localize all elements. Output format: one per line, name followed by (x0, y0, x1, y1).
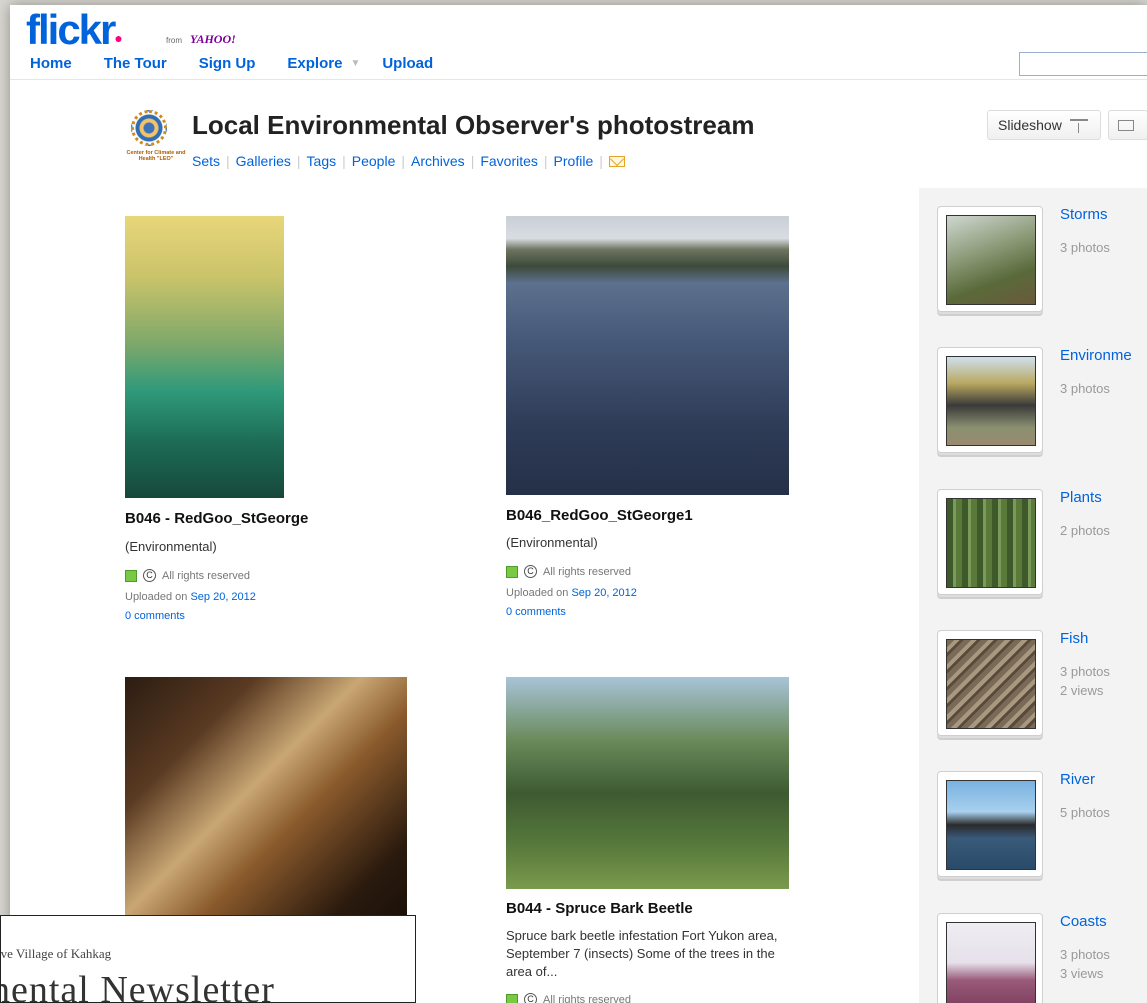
subnav-people[interactable]: People (352, 153, 396, 169)
share-button[interactable] (1108, 110, 1147, 140)
organization-seal-icon (131, 110, 167, 146)
slideshow-button[interactable]: Slideshow (987, 110, 1101, 140)
top-nav: Home The Tour Sign Up Explore ▼ Upload (30, 55, 465, 72)
logo-from-text: from (166, 36, 182, 45)
subnav-archives[interactable]: Archives (411, 153, 465, 169)
set-name[interactable]: Coasts (1060, 913, 1107, 930)
license-badge-icon (506, 565, 518, 578)
comments-link[interactable]: 0 comments (506, 606, 566, 618)
set-name[interactable]: Storms (1060, 206, 1108, 223)
newsletter-title: nental Newsletter (0, 969, 275, 1003)
logo-wordmark: flickr● (26, 6, 123, 53)
set-view-count: 3 views (1060, 966, 1104, 981)
set-photo-count: 3 photos (1060, 947, 1110, 962)
subnav-galleries[interactable]: Galleries (236, 153, 291, 169)
header-divider (10, 79, 1147, 80)
set-view-count: 2 views (1060, 683, 1104, 698)
yahoo-logo: YAHOO! (190, 32, 236, 46)
set-count: 3 photos 3 views (1060, 945, 1110, 983)
set-thumbnail[interactable] (937, 206, 1043, 312)
photo-thumbnail[interactable] (506, 677, 789, 889)
avatar[interactable]: Center for Climate and Health "LEO" (123, 108, 185, 168)
license-badge-icon (506, 993, 518, 1003)
newsletter-subtitle: ive Village of Kahkag (0, 946, 112, 961)
upload-date: Uploaded on Sep 20, 2012 (125, 591, 256, 603)
browser-page: flickr● from YAHOO! Home The Tour Sign U… (10, 5, 1147, 1003)
set-count: 3 photos (1060, 240, 1110, 255)
comments-link[interactable]: 0 comments (125, 610, 185, 622)
copyright-icon: C (143, 569, 156, 582)
set-count: 5 photos (1060, 805, 1110, 820)
license-badge-icon (125, 569, 137, 582)
flickr-logo[interactable]: flickr● from YAHOO! (26, 6, 236, 53)
slideshow-label: Slideshow (998, 117, 1062, 133)
subnav-tags[interactable]: Tags (307, 153, 337, 169)
upload-prefix: Uploaded on (125, 591, 188, 603)
photo-title[interactable]: B046_RedGoo_StGeorge1 (506, 507, 693, 524)
upload-date-link[interactable]: Sep 20, 2012 (571, 587, 636, 599)
envelope-icon (1118, 120, 1134, 131)
subnav-favorites[interactable]: Favorites (480, 153, 538, 169)
upload-date: Uploaded on Sep 20, 2012 (506, 587, 637, 599)
set-name[interactable]: Fish (1060, 630, 1088, 647)
photo-thumbnail[interactable] (125, 677, 407, 922)
nav-upload[interactable]: Upload (382, 55, 433, 72)
license-info: C All rights reserved (506, 565, 631, 578)
set-count: 3 photos 2 views (1060, 662, 1110, 700)
set-name[interactable]: Plants (1060, 489, 1102, 506)
rights-text: All rights reserved (543, 565, 632, 578)
set-thumbnail[interactable] (937, 347, 1043, 453)
set-name[interactable]: River (1060, 771, 1095, 788)
upload-prefix: Uploaded on (506, 587, 569, 599)
upload-date-link[interactable]: Sep 20, 2012 (190, 591, 255, 603)
rights-text: All rights reserved (162, 569, 251, 582)
subnav-profile[interactable]: Profile (554, 153, 594, 169)
set-thumbnail[interactable] (937, 630, 1043, 736)
photo-set-name: (Environmental) (506, 535, 598, 550)
photo-thumbnail[interactable] (125, 216, 284, 498)
set-thumbnail[interactable] (937, 489, 1043, 595)
mail-icon[interactable] (608, 155, 625, 167)
subnav-sets[interactable]: Sets (192, 153, 220, 169)
nav-explore[interactable]: Explore (287, 55, 342, 72)
newsletter-overlay: ive Village of Kahkag nental Newsletter (0, 915, 416, 1003)
license-info: C All rights reserved (506, 993, 631, 1003)
avatar-caption: Center for Climate and Health "LEO" (126, 150, 186, 162)
page-title: Local Environmental Observer's photostre… (192, 110, 755, 140)
chevron-down-icon[interactable]: ▼ (350, 58, 360, 69)
search-input[interactable] (1019, 52, 1147, 76)
set-photo-count: 3 photos (1060, 664, 1110, 679)
photostream-subnav: Sets | Galleries | Tags | People | Archives |… (192, 153, 625, 169)
set-name[interactable]: Environme (1060, 347, 1132, 364)
photo-description: Spruce bark beetle infestation Fort Yuko… (506, 928, 778, 979)
nav-sign-up[interactable]: Sign Up (199, 55, 256, 72)
photo-thumbnail[interactable] (506, 216, 789, 495)
copyright-icon: C (524, 565, 537, 578)
photo-title[interactable]: B046 - RedGoo_StGeorge (125, 510, 308, 527)
photo-title[interactable]: B044 - Spruce Bark Beetle (506, 900, 693, 917)
set-thumbnail[interactable] (937, 771, 1043, 877)
photo-set-name: (Environmental) (125, 539, 217, 554)
projector-screen-icon (1069, 118, 1088, 133)
rights-text: All rights reserved (543, 993, 632, 1003)
license-info: C All rights reserved (125, 569, 250, 582)
set-count: 2 photos (1060, 523, 1110, 538)
copyright-icon: C (524, 993, 537, 1003)
set-count: 3 photos (1060, 381, 1110, 396)
nav-the-tour[interactable]: The Tour (104, 55, 167, 72)
nav-home[interactable]: Home (30, 55, 72, 72)
set-thumbnail[interactable] (937, 913, 1043, 1003)
